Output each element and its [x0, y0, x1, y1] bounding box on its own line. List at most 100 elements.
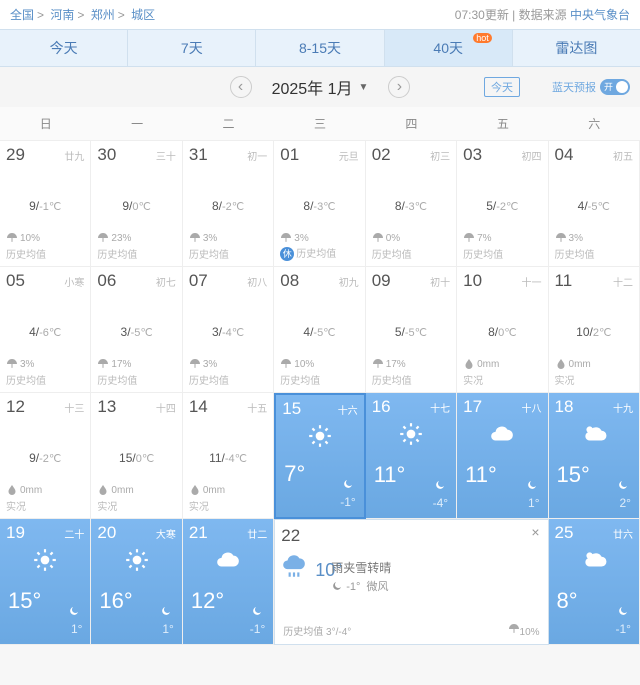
forecast-day[interactable]: 18十九 15° 2° [549, 393, 640, 519]
calendar-day[interactable]: 12 十三 9/-2℃ 0mm 实况 [0, 393, 91, 519]
tab-radar[interactable]: 雷达图 [513, 30, 640, 66]
tab-40day[interactable]: 40天hot [385, 30, 513, 66]
bottom-label: 实况 [97, 498, 117, 513]
temp-range: 9/0℃ [91, 199, 181, 213]
calendar-day[interactable]: 01 元旦 8/-3℃ 3% 休历史均值 [274, 141, 365, 267]
weather-icon [549, 547, 639, 579]
day-number: 29 [6, 145, 25, 165]
day-number: 09 [372, 271, 391, 291]
tab-7day[interactable]: 7天 [128, 30, 256, 66]
bottom-label: 实况 [6, 498, 26, 513]
bluesky-toggle[interactable]: 蓝天预报开 [552, 79, 630, 95]
weather-icon [183, 547, 273, 579]
bottom-label: 历史均值 [6, 246, 46, 261]
night-info: -1° 微风 [331, 578, 541, 594]
temp-range: 10/2℃ [549, 325, 639, 339]
calendar-day[interactable]: 14 十五 11/-4℃ 0mm 实况 [183, 393, 274, 519]
calendar-day[interactable]: 04 初五 4/-5℃ 3% 历史均值 [549, 141, 640, 267]
temp-range: 5/-2℃ [457, 199, 547, 213]
day-number: 04 [555, 145, 574, 165]
range-tabs: 今天 7天 8-15天 40天hot 雷达图 [0, 29, 640, 67]
day-number: 12 [6, 397, 25, 417]
calendar-day[interactable]: 08 初九 4/-5℃ 10% 历史均值 [274, 267, 365, 393]
temp-range: 4/-5℃ [549, 199, 639, 213]
forecast-day[interactable]: 19二十 15° 1° [0, 519, 91, 645]
lunar-label: 十一 [522, 274, 542, 289]
day-number: 13 [97, 397, 116, 417]
weather-icon [0, 547, 90, 579]
low-temp: 1° [528, 496, 539, 510]
temp-range: 8/0℃ [457, 325, 547, 339]
calendar-day[interactable]: 06 初七 3/-5℃ 17% 历史均值 [91, 267, 182, 393]
precip-label: 10% [280, 358, 314, 370]
tab-8-15[interactable]: 8-15天 [256, 30, 384, 66]
bottom-label: 历史均值 [189, 372, 229, 387]
bottom-label: 历史均值 [189, 246, 229, 261]
bottom-label: 历史均值 [372, 246, 412, 261]
bottom-label: 历史均值 [372, 372, 412, 387]
today-button[interactable]: 今天 [484, 77, 520, 97]
day-number: 08 [280, 271, 299, 291]
next-month-button[interactable]: › [388, 76, 410, 98]
lunar-label: 十二 [613, 274, 633, 289]
bottom-label: 休历史均值 [280, 245, 336, 261]
prev-month-button[interactable]: ‹ [230, 76, 252, 98]
low-temp: 2° [619, 496, 630, 510]
lunar-label: 初一 [247, 148, 267, 163]
low-temp: -4° [433, 496, 448, 510]
precip-label: 3% [280, 232, 308, 244]
calendar-day[interactable]: 03 初四 5/-2℃ 7% 历史均值 [457, 141, 548, 267]
day-number: 06 [97, 271, 116, 291]
forecast-day[interactable]: 17十八 11° 1° [457, 393, 548, 519]
bottom-label: 历史均值 [280, 372, 320, 387]
calendar-day[interactable]: 02 初三 8/-3℃ 0% 历史均值 [366, 141, 457, 267]
lunar-label: 三十 [156, 148, 176, 163]
forecast-day[interactable]: 20大寒 16° 1° [91, 519, 182, 645]
low-temp: -1° [340, 495, 355, 509]
moon-icon [160, 604, 172, 620]
temp-range: 8/-3℃ [366, 199, 456, 213]
bottom-label: 历史均值 [555, 246, 595, 261]
calendar-day[interactable]: 31 初一 8/-2℃ 3% 历史均值 [183, 141, 274, 267]
chevron-down-icon: ▼ [359, 82, 369, 93]
day-detail-panel: × 22 10° 雨夹雪转晴 -1° 微风 历史均值 3°/-4°10% [274, 519, 548, 645]
forecast-day[interactable]: 25廿六 8° -1° [549, 519, 640, 645]
low-temp: -1° [250, 622, 265, 636]
temp-range: 3/-5℃ [91, 325, 181, 339]
low-temp: 1° [71, 622, 82, 636]
close-icon[interactable]: × [531, 524, 539, 540]
forecast-day[interactable]: 16十七 11° -4° [366, 393, 457, 519]
lunar-label: 廿九 [64, 148, 84, 163]
tab-today[interactable]: 今天 [0, 30, 128, 66]
calendar-day[interactable]: 10 十一 8/0℃ 0mm 实况 [457, 267, 548, 393]
precip-label: 0mm [97, 484, 133, 496]
moon-icon [526, 478, 538, 494]
calendar-day[interactable]: 30 三十 9/0℃ 23% 历史均值 [91, 141, 182, 267]
month-selector[interactable]: 2025年 1月▼ [272, 75, 369, 99]
precip-label: 23% [97, 232, 131, 244]
moon-icon [251, 604, 263, 620]
calendar-day[interactable]: 29 廿九 9/-1℃ 10% 历史均值 [0, 141, 91, 267]
bottom-label: 历史均值 [6, 372, 46, 387]
bottom-label: 实况 [189, 498, 209, 513]
calendar-day[interactable]: 05 小寒 4/-6℃ 3% 历史均值 [0, 267, 91, 393]
forecast-day[interactable]: 21廿二 12° -1° [183, 519, 274, 645]
lunar-label: 元旦 [339, 148, 359, 163]
forecast-day[interactable]: 15十六 7° -1° [274, 393, 365, 519]
calendar-day[interactable]: 11 十二 10/2℃ 0mm 实况 [549, 267, 640, 393]
lunar-label: 十五 [247, 400, 267, 415]
temp-range: 9/-1℃ [0, 199, 90, 213]
precip-label: 10% [6, 232, 40, 244]
bottom-label: 历史均值 [97, 372, 137, 387]
calendar-day[interactable]: 13 十四 15/0℃ 0mm 实况 [91, 393, 182, 519]
lunar-label: 初七 [156, 274, 176, 289]
calendar-day[interactable]: 09 初十 5/-5℃ 17% 历史均值 [366, 267, 457, 393]
day-number: 07 [189, 271, 208, 291]
low-temp: 1° [162, 622, 173, 636]
condition-text: 雨夹雪转晴 [331, 559, 541, 576]
precip-label: 3% [6, 358, 34, 370]
toggle-switch[interactable]: 开 [600, 79, 630, 95]
calendar-day[interactable]: 07 初八 3/-4℃ 3% 历史均值 [183, 267, 274, 393]
temp-range: 11/-4℃ [183, 451, 273, 465]
breadcrumb[interactable]: 全国> 河南> 郑州> 城区 [10, 6, 155, 23]
